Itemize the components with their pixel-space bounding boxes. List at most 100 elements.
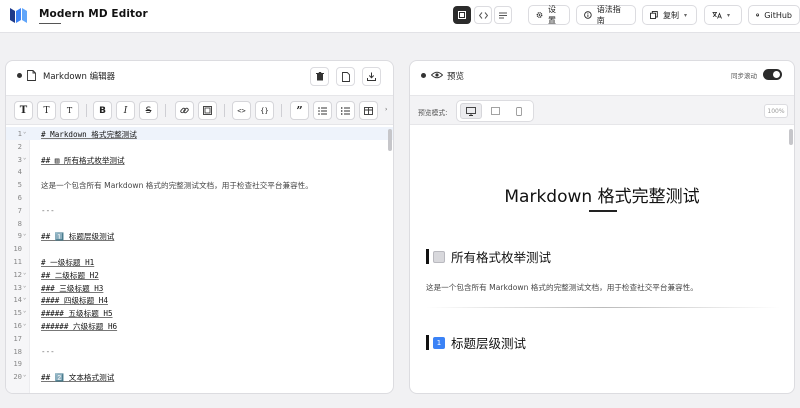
github-label: GitHub (764, 10, 792, 20)
code-text: --- (41, 205, 55, 215)
copy-label: 复制 (663, 10, 679, 20)
heading-large-button[interactable]: T (14, 101, 33, 120)
italic-button[interactable]: I (116, 101, 135, 120)
code-line[interactable]: 9 ⌄ ## 1️⃣ 标题层级测试 (6, 229, 393, 242)
preview-scrollbar[interactable] (789, 129, 793, 145)
line-number: 13 (13, 282, 22, 292)
line-number: 4 (17, 167, 22, 177)
link-button[interactable] (175, 101, 194, 120)
ordered-list-icon (341, 106, 350, 115)
code-icon (478, 11, 488, 19)
table-icon (364, 106, 373, 115)
code-line[interactable]: 15 ⌄ ##### 五级标题 H5 (6, 306, 393, 319)
fold-chevron-icon[interactable]: ⌄ (23, 270, 26, 276)
code-line[interactable]: 7 --- (6, 204, 393, 217)
line-number: 17 (13, 333, 22, 343)
heading-small-button[interactable]: T (60, 101, 79, 120)
github-button[interactable]: GitHub (748, 5, 800, 25)
code-text: ##### 五级标题 H5 (41, 309, 113, 319)
inline-code-button[interactable]: <> (232, 101, 251, 120)
fold-chevron-icon[interactable]: ⌄ (23, 231, 26, 237)
italic-label: I (123, 105, 128, 116)
preview-title: 预览 (447, 72, 465, 82)
code-line[interactable]: 3 ⌄ ## ▥ 所有格式枚举测试 (6, 153, 393, 166)
fold-chevron-icon[interactable]: ⌄ (23, 308, 26, 314)
editor-header: Markdown 编辑器 (6, 61, 393, 91)
code-line[interactable]: 4 (6, 165, 393, 178)
heading-large-label: T (19, 105, 28, 116)
copy-icon (650, 11, 658, 19)
settings-button[interactable]: 设置 (528, 5, 570, 25)
heading-medium-button[interactable]: T (37, 101, 56, 120)
code-line[interactable]: 17 (6, 332, 393, 345)
view-mode-edit-button[interactable] (453, 6, 471, 24)
code-line[interactable]: 1 ⌄ # Markdown 格式完整测试 (6, 127, 393, 140)
download-button[interactable] (362, 67, 381, 86)
horizontal-rule (426, 307, 780, 308)
bullet-list-button[interactable] (313, 101, 332, 120)
file-icon (341, 71, 350, 82)
quote-button[interactable]: ” (290, 101, 309, 120)
code-line[interactable]: 6 (6, 191, 393, 204)
inline-code-label: <> (237, 106, 246, 115)
fold-chevron-icon[interactable]: ⌄ (23, 283, 26, 289)
preview-mode-label: 预览模式: (418, 109, 448, 117)
view-mode-preview-button[interactable] (494, 6, 512, 24)
strikethrough-button[interactable]: S (139, 101, 158, 120)
image-button[interactable] (198, 101, 217, 120)
code-editor[interactable]: 1 ⌄ # Markdown 格式完整测试 2 3 ⌄ ## ▥ 所有格式枚举测试 4 5 这是一… (6, 127, 393, 393)
zoom-level[interactable]: 100% (764, 104, 788, 118)
view-mode-split-button[interactable] (474, 6, 492, 24)
syntax-guide-button[interactable]: 语法指南 (576, 5, 636, 25)
code-line[interactable]: 13 ⌄ ### 三级标题 H3 (6, 281, 393, 294)
ordered-list-button[interactable] (336, 101, 355, 120)
clear-button[interactable] (310, 67, 329, 86)
line-number: 19 (13, 359, 22, 369)
code-line[interactable]: 2 (6, 140, 393, 153)
toolbar-more-icon[interactable]: › (385, 106, 387, 113)
code-line[interactable]: 14 ⌄ #### 四级标题 H4 (6, 293, 393, 306)
code-line[interactable]: 18 --- (6, 345, 393, 358)
table-button[interactable] (359, 101, 378, 120)
code-line[interactable]: 11 # 一级标题 H1 (6, 255, 393, 268)
chevron-down-icon: ▾ (727, 11, 731, 19)
editor-scrollbar[interactable] (388, 129, 392, 151)
section-heading: 1 标题层级测试 (426, 333, 526, 352)
tablet-mode-button[interactable] (484, 103, 506, 119)
code-text: ## ▥ 所有格式枚举测试 (41, 155, 125, 165)
desktop-mode-button[interactable] (460, 103, 482, 119)
line-number: 16 (13, 321, 22, 330)
language-button[interactable]: ▾ (704, 5, 742, 25)
code-line[interactable]: 12 ⌄ ## 二级标题 H2 (6, 268, 393, 281)
code-line[interactable]: 5 这是一个包含所有 Markdown 格式的完整测试文档，用于检查社交平台兼容性… (6, 178, 393, 191)
app-title: Modern MD Editor (39, 8, 148, 20)
preview-mode-group (456, 100, 534, 122)
fold-chevron-icon[interactable]: ⌄ (23, 321, 26, 327)
new-file-button[interactable] (336, 67, 355, 86)
code-block-button[interactable]: {} (255, 101, 274, 120)
code-line[interactable]: 16 ⌄ ###### 六级标题 H6 (6, 319, 393, 332)
phone-icon (516, 106, 522, 116)
code-text: ### 三级标题 H3 (41, 283, 104, 293)
fold-chevron-icon[interactable]: ⌄ (23, 372, 26, 378)
chevron-down-icon: ▾ (684, 11, 688, 19)
info-icon (584, 11, 592, 19)
fold-chevron-icon[interactable]: ⌄ (23, 155, 26, 161)
code-line[interactable]: 10 (6, 242, 393, 255)
top-bar: Modern MD Editor 设置 语法指南 复制 ▾ ▾ GitHub (0, 0, 800, 33)
copy-button[interactable]: 复制 ▾ (642, 5, 697, 25)
mobile-mode-button[interactable] (508, 103, 530, 119)
line-number: 7 (17, 205, 22, 215)
code-text: --- (41, 346, 55, 356)
code-line[interactable]: 19 (6, 357, 393, 370)
toolbar-divider (165, 104, 166, 117)
heading-accent-bar (426, 335, 429, 350)
code-text: # Markdown 格式完整测试 (41, 130, 137, 139)
fold-chevron-icon[interactable]: ⌄ (23, 129, 26, 135)
code-line[interactable]: 8 (6, 217, 393, 230)
fold-chevron-icon[interactable]: ⌄ (23, 295, 26, 301)
sync-scroll-toggle[interactable] (763, 69, 782, 80)
bold-button[interactable]: B (93, 101, 112, 120)
link-icon (180, 107, 189, 114)
code-line[interactable]: 20 ⌄ ## 2️⃣ 文本格式测试 (6, 370, 393, 383)
